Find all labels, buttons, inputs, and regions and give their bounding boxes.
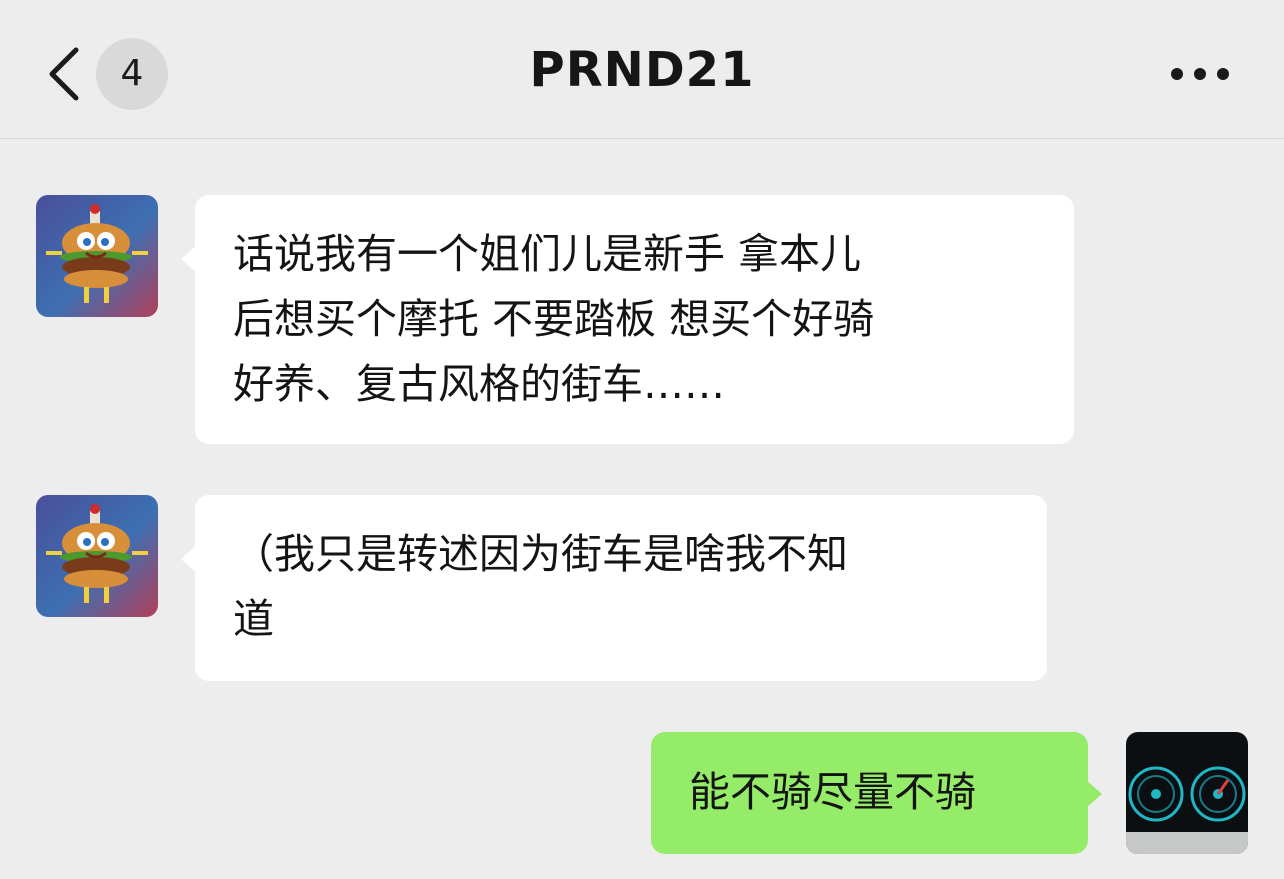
spongebob-burger-avatar-icon	[36, 195, 158, 317]
chat-header: 4 PRND21	[0, 0, 1284, 139]
message-text-line: 话说我有一个姐们儿是新手 拿本儿	[233, 230, 862, 278]
message-bubble-incoming[interactable]: 话说我有一个姐们儿是新手 拿本儿 后想买个摩托 不要踏板 想买个好骑 好养、复古…	[181, 195, 1074, 444]
message-text-line: 后想买个摩托 不要踏板 想买个好骑	[233, 295, 875, 343]
speedometer-avatar-icon	[1126, 732, 1248, 854]
my-avatar[interactable]	[1126, 732, 1248, 854]
message-bubble-outgoing[interactable]: 能不骑尽量不骑	[651, 732, 1102, 854]
spongebob-burger-avatar-icon	[36, 495, 158, 617]
contact-avatar[interactable]	[36, 495, 158, 617]
message-text-line: 道	[233, 595, 274, 643]
message-text-line: 好养、复古风格的街车……	[233, 360, 725, 408]
more-horizontal-icon	[1168, 68, 1232, 92]
message-text-line: 能不骑尽量不骑	[689, 768, 976, 816]
contact-avatar[interactable]	[36, 195, 158, 317]
message-bubble-incoming[interactable]: （我只是转述因为街车是啥我不知 道	[181, 495, 1047, 681]
more-options-button[interactable]	[1168, 60, 1232, 88]
message-text-line: （我只是转述因为街车是啥我不知	[233, 530, 848, 578]
chat-title: PRND21	[529, 42, 755, 98]
